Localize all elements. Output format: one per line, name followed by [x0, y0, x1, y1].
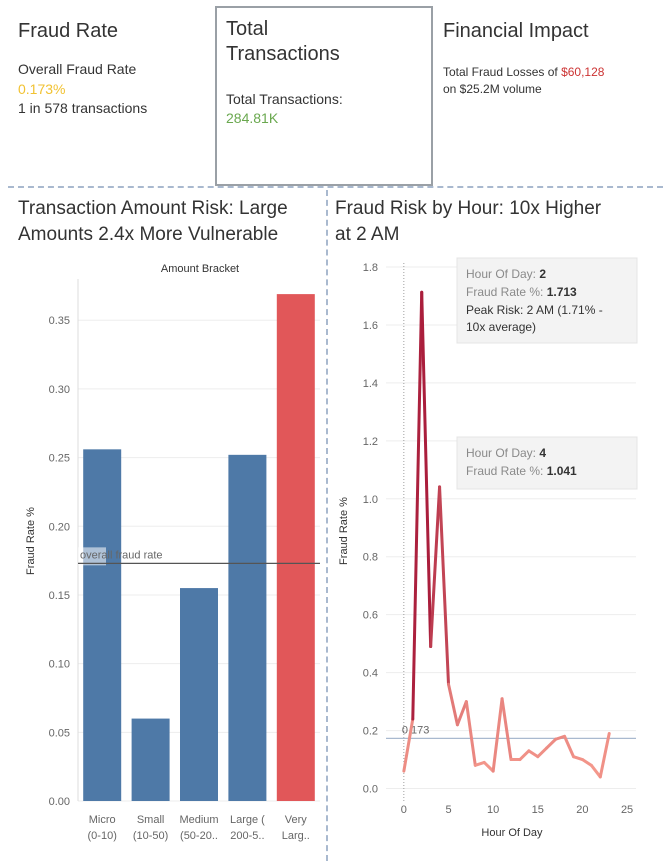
line-chart-x-axis-label: Hour Of Day [481, 827, 543, 839]
horizontal-divider [8, 186, 663, 188]
bar-category-label: Large ( [230, 814, 265, 826]
hour-segment-13[interactable] [518, 749, 531, 762]
hour-segment-5[interactable] [447, 682, 459, 727]
hour-segment-22[interactable] [598, 731, 611, 779]
hour-segment-11[interactable] [500, 697, 513, 762]
bar-category-label: (0-10) [88, 830, 117, 842]
line-y-tick-label: 1.8 [363, 262, 378, 274]
overall-fraud-rate-value: 0.173% [18, 81, 66, 97]
hour-segment-15[interactable] [536, 746, 549, 759]
line-y-tick-label: 0.4 [363, 668, 378, 680]
hour-segment-4[interactable] [438, 485, 450, 686]
line-y-tick-label: 0.6 [363, 610, 378, 622]
hour-segment-16[interactable] [545, 737, 558, 750]
tooltip-hour-line: Hour Of Day: 4 [466, 446, 546, 460]
amount-bracket-bar-chart[interactable]: Amount Bracket Fraud Rate % 0.00 0.05 0.10… [0, 251, 320, 861]
bar-3[interactable] [228, 454, 267, 801]
overall-fraud-rate-label: Overall Fraud Rate [18, 61, 137, 77]
tooltip-rate-line: Fraud Rate %: 1.041 [466, 464, 577, 478]
average-reference-label: 0.173 [402, 724, 430, 736]
bar-y-tick-label: 0.05 [49, 727, 70, 739]
fraud-rate-title: Fraud Rate [18, 20, 119, 42]
tooltip-hour-2: Hour Of Day: 2 Fraud Rate %: 1.713 Peak Ri… [456, 257, 638, 344]
hour-segment-2[interactable] [420, 290, 433, 649]
hour-segment-10[interactable] [491, 697, 504, 773]
hour-segment-7[interactable] [464, 700, 477, 767]
hour-segment-21[interactable] [589, 763, 602, 779]
line-x-tick-label: 25 [621, 804, 633, 816]
bar-chart-title-line2: Amounts 2.4x More Vulnerable [18, 224, 279, 245]
bar-category-label: (10-50) [133, 830, 168, 842]
bar-category-label: Larg.. [282, 830, 310, 842]
bar-category-label: 200-5.. [230, 830, 264, 842]
bar-chart-y-axis-label: Fraud Rate % [25, 507, 37, 575]
fraud-losses-line: Total Fraud Losses of $60,128 [443, 64, 604, 81]
tooltip-hour-value: 2 [539, 267, 546, 281]
total-transactions-value: 284.81K [226, 110, 279, 126]
bar-y-tick-label: 0.35 [49, 315, 70, 327]
tooltip-rate-label: Fraud Rate %: [466, 464, 547, 478]
financial-impact-title: Financial Impact [443, 20, 589, 42]
bar-1[interactable] [131, 718, 170, 801]
tooltip-hour-value: 4 [539, 446, 546, 460]
line-chart-y-axis-label: Fraud Rate % [338, 497, 350, 565]
tooltip-background [456, 436, 638, 490]
bar-y-tick-label: 0.20 [49, 521, 70, 533]
bar-y-tick-label: 0.30 [49, 384, 70, 396]
overall-fraud-rate-reference-label: overall fraud rate [80, 549, 163, 561]
bar-y-tick-label: 0.10 [49, 659, 70, 671]
bar-chart-title-line1: Transaction Amount Risk: Large [18, 198, 288, 219]
line-x-tick-label: 10 [487, 804, 499, 816]
hour-segment-1[interactable] [411, 290, 424, 721]
total-transactions-title-line1: Total [226, 18, 269, 40]
hour-segment-6[interactable] [455, 700, 468, 727]
line-chart-title-line1: Fraud Risk by Hour: 10x Higher [335, 198, 602, 219]
tooltip-peak-note: Peak Risk: 2 AM (1.71% - [466, 303, 603, 317]
bar-category-label: Small [137, 814, 165, 826]
line-y-tick-label: 0.2 [363, 726, 378, 738]
line-x-tick-label: 15 [532, 804, 544, 816]
line-x-tick-label: 0 [401, 804, 407, 816]
bar-2[interactable] [180, 588, 218, 801]
tooltip-rate-line: Fraud Rate %: 1.713 [466, 285, 577, 299]
line-y-tick-label: 1.2 [363, 436, 378, 448]
bar-category-label: Medium [179, 814, 218, 826]
line-y-tick-label: 1.4 [363, 378, 378, 390]
bar-category-label: Very [285, 814, 308, 826]
tooltip-hour-label: Hour Of Day: [466, 267, 539, 281]
fraud-ratio-text: 1 in 578 transactions [18, 100, 148, 116]
tooltip-hour-label: Hour Of Day: [466, 446, 539, 460]
bar-y-tick-label: 0.00 [49, 796, 70, 808]
line-x-tick-label: 5 [445, 804, 451, 816]
line-y-tick-label: 1.0 [363, 494, 378, 506]
tooltip-peak-note: 10x average) [466, 320, 536, 334]
fraud-volume-line: on $25.2M volume [443, 82, 542, 96]
hour-segment-3[interactable] [429, 485, 442, 649]
line-x-tick-label: 20 [576, 804, 588, 816]
line-y-tick-label: 1.6 [363, 320, 378, 332]
line-y-tick-label: 0.0 [363, 784, 378, 796]
line-chart-title-line2: at 2 AM [335, 224, 400, 245]
tooltip-rate-label: Fraud Rate %: [466, 285, 547, 299]
total-transactions-title-line2: Transactions [226, 43, 340, 65]
hour-segment-14[interactable] [527, 749, 540, 759]
hourly-fraud-line-chart[interactable]: Fraud Rate % Hour Of Day 0.0 0.2 0.4 0.6 0.8… [328, 251, 663, 861]
bar-y-tick-label: 0.25 [49, 453, 70, 465]
tooltip-rate-value: 1.041 [547, 464, 577, 478]
bar-category-label: Micro [89, 814, 116, 826]
bar-y-tick-label: 0.15 [49, 590, 70, 602]
tooltip-hour-line: Hour Of Day: 2 [466, 267, 546, 281]
tooltip-hour-4: Hour Of Day: 4 Fraud Rate %: 1.041 [456, 436, 638, 490]
hour-segment-18[interactable] [563, 734, 575, 759]
bar-4[interactable] [276, 294, 315, 801]
total-transactions-label: Total Transactions: [226, 91, 343, 107]
bar-category-label: (50-20.. [180, 830, 218, 842]
fraud-losses-prefix: Total Fraud Losses of [443, 65, 562, 79]
hour-segment-20[interactable] [580, 758, 593, 767]
bar-0[interactable] [83, 449, 122, 801]
fraud-losses-value: $60,128 [561, 65, 605, 79]
bar-chart-header: Amount Bracket [161, 263, 239, 275]
line-y-tick-label: 0.8 [363, 552, 378, 564]
tooltip-rate-value: 1.713 [547, 285, 577, 299]
